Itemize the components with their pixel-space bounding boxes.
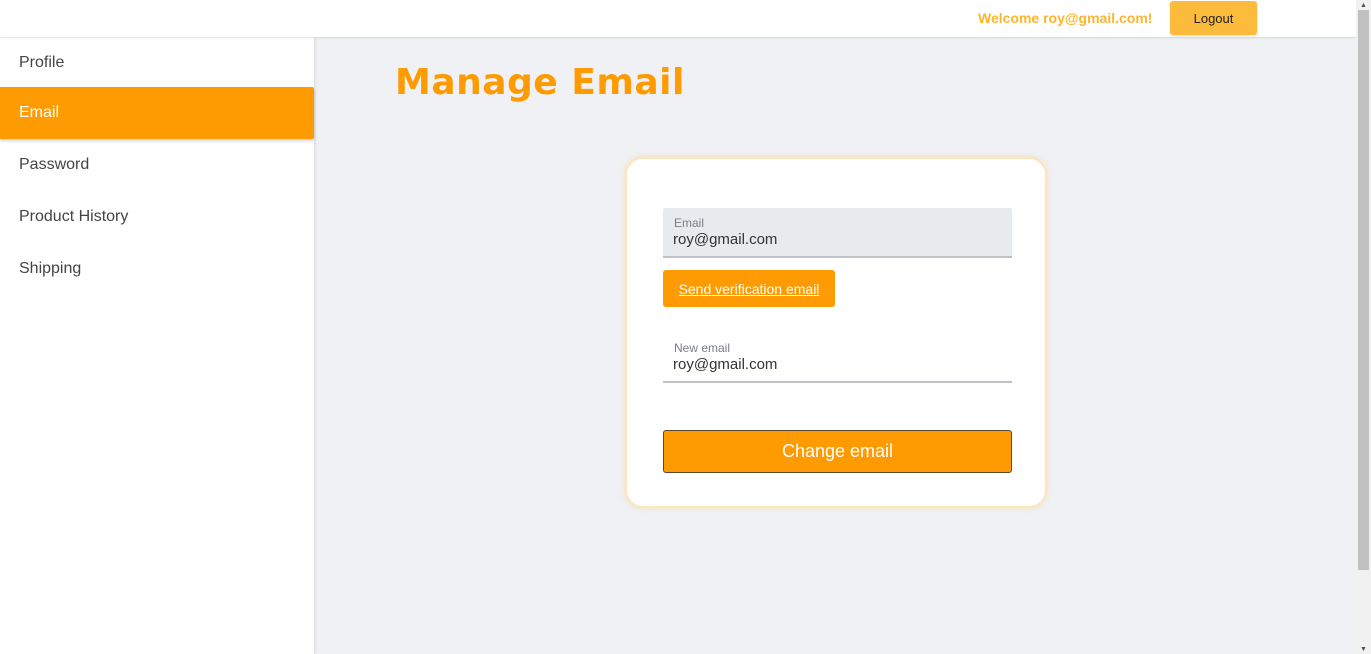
email-field[interactable]: Email bbox=[663, 208, 1012, 258]
top-bar: Welcome roy@gmail.com! Logout bbox=[0, 0, 1356, 37]
new-email-input[interactable] bbox=[673, 356, 993, 373]
logout-button[interactable]: Logout bbox=[1170, 1, 1257, 35]
send-verification-button[interactable]: Send verification email bbox=[663, 270, 835, 307]
sidebar: Profile Email Password Product History S… bbox=[0, 37, 314, 654]
email-field-label: Email bbox=[674, 216, 705, 230]
new-email-field[interactable]: New email bbox=[663, 333, 1012, 383]
sidebar-item-profile[interactable]: Profile bbox=[0, 37, 314, 89]
email-input[interactable] bbox=[673, 231, 993, 248]
new-email-field-label: New email bbox=[674, 341, 731, 355]
sidebar-item-password[interactable]: Password bbox=[0, 139, 314, 191]
scrollbar-thumb[interactable] bbox=[1358, 10, 1369, 570]
triangle-down-icon[interactable]: ▼ bbox=[1356, 644, 1371, 654]
page-scrollbar[interactable]: ▲ ▼ bbox=[1356, 0, 1371, 654]
page-title: Manage Email bbox=[395, 62, 685, 103]
sidebar-item-product-history[interactable]: Product History bbox=[0, 191, 314, 243]
sidebar-item-email[interactable]: Email bbox=[0, 87, 314, 139]
change-email-button[interactable]: Change email bbox=[663, 430, 1012, 473]
welcome-message: Welcome roy@gmail.com! bbox=[978, 10, 1153, 26]
triangle-up-icon[interactable]: ▲ bbox=[1356, 0, 1371, 10]
sidebar-item-shipping[interactable]: Shipping bbox=[0, 243, 314, 295]
email-form-card: Email Send verification email New email … bbox=[625, 157, 1047, 508]
